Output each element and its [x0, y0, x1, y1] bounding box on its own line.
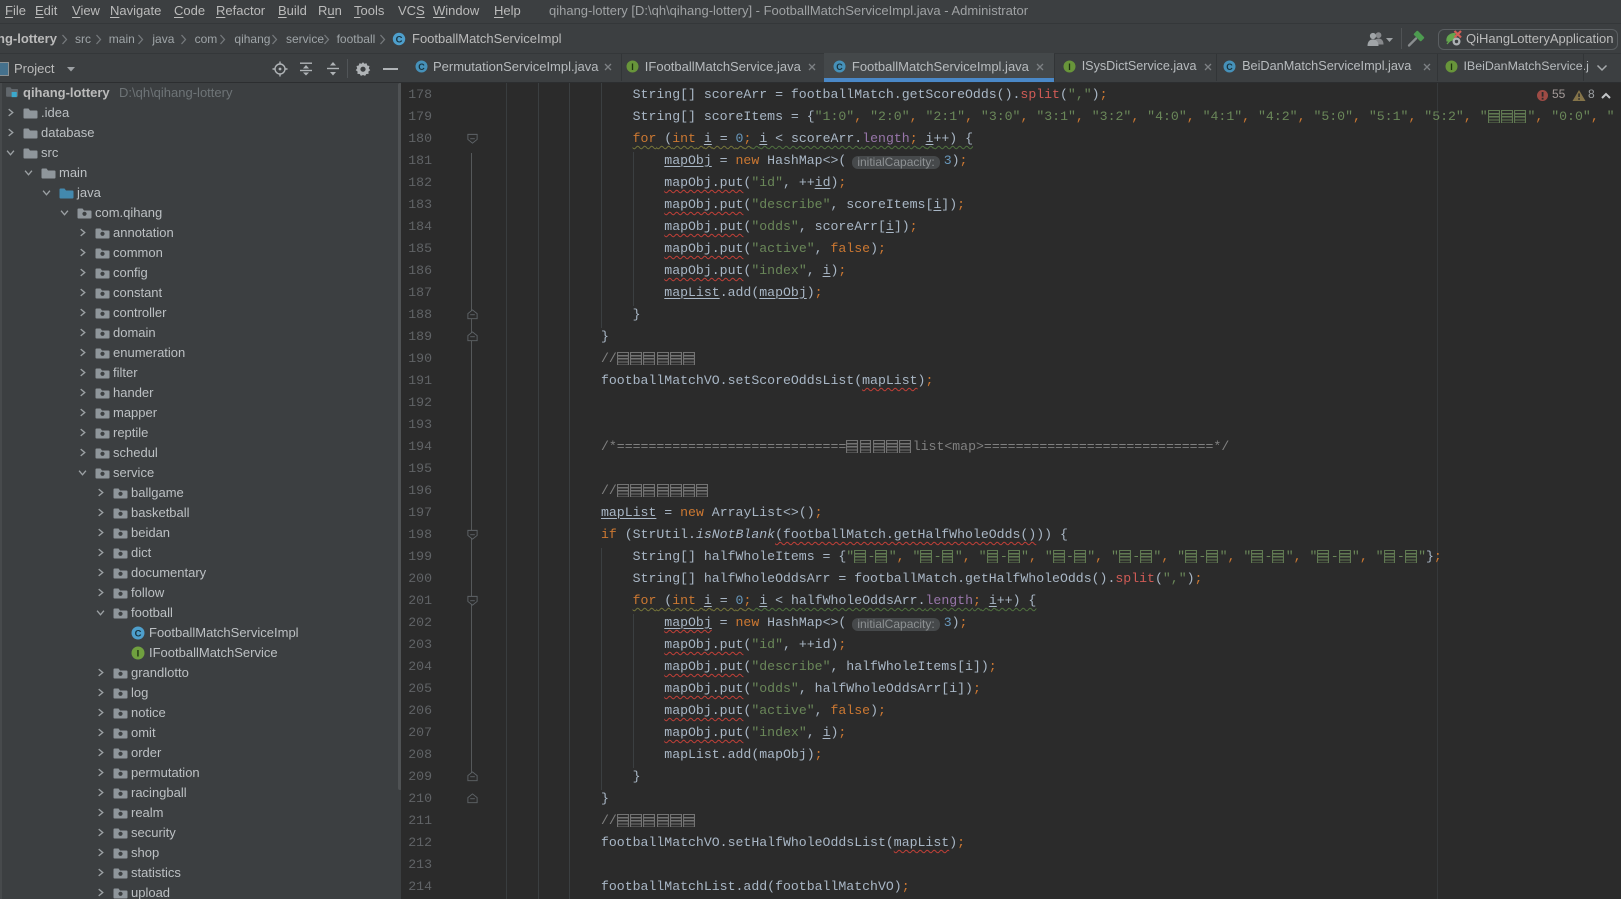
svg-text:I: I [1450, 62, 1453, 72]
svg-text:I: I [137, 649, 140, 660]
svg-text:C: C [836, 62, 843, 72]
svg-text:C: C [396, 35, 403, 46]
svg-text:C: C [1227, 62, 1234, 72]
svg-text:C: C [135, 629, 142, 640]
svg-text:I: I [631, 62, 634, 72]
svg-text:C: C [418, 62, 425, 72]
svg-text:I: I [1068, 62, 1071, 72]
